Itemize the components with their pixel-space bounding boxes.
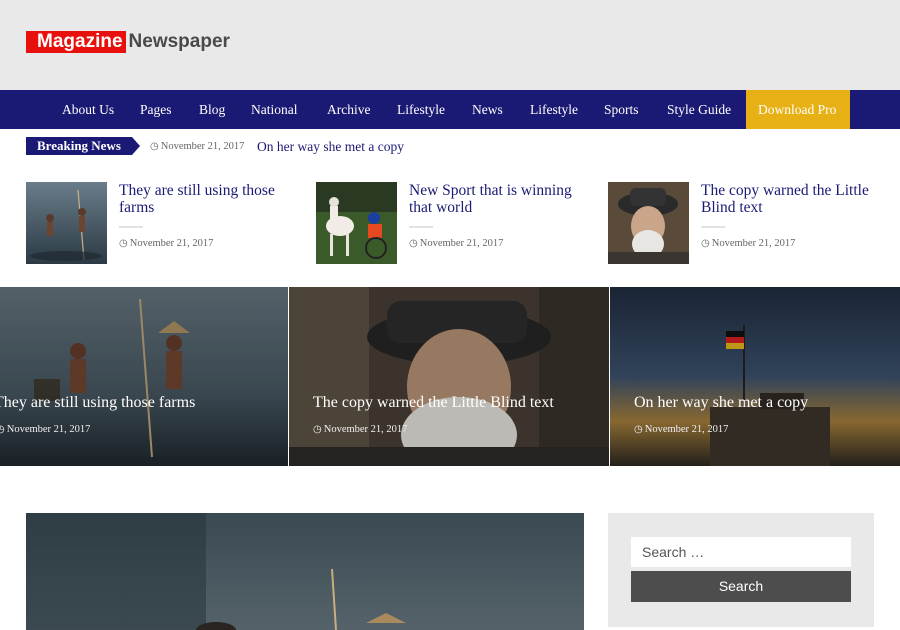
nav-about-us[interactable]: About Us — [62, 90, 114, 129]
nav-pages[interactable]: Pages — [140, 90, 172, 129]
main-nav: About Us Pages Blog National Archive Lif… — [0, 90, 900, 129]
clock-icon: ◷ — [634, 424, 643, 435]
post-title-1[interactable]: They are still using those farms — [119, 182, 289, 216]
post-date-2: ◷ November 21, 2017 — [409, 238, 503, 249]
post-title-3[interactable]: The copy warned the Little Blind text — [701, 182, 871, 216]
clock-icon: ◷ — [119, 238, 128, 249]
breaking-date-text: November 21, 2017 — [160, 141, 245, 152]
post-card-2: New Sport that is winning that world ◷ No… — [316, 182, 576, 264]
post-date-3-text: November 21, 2017 — [711, 238, 796, 249]
post-thumbnail-3[interactable] — [608, 182, 689, 264]
old-man-photo — [289, 287, 609, 466]
clock-icon: ◷ — [313, 424, 322, 435]
clock-icon: ◷ — [409, 238, 418, 249]
breaking-news-headline[interactable]: On her way she met a copy — [257, 138, 404, 156]
post-card-3: The copy warned the Little Blind text ◷ N… — [608, 182, 871, 264]
sidebar-search-widget: Search … Search — [608, 513, 874, 627]
nav-national[interactable]: National — [251, 90, 298, 129]
tile-date-1: ◷ November 21, 2017 — [0, 424, 90, 435]
nav-news[interactable]: News — [472, 90, 503, 129]
search-button[interactable]: Search — [631, 571, 851, 602]
post-thumbnail-1[interactable] — [26, 182, 107, 264]
tile-title-3[interactable]: On her way she met a copy — [634, 394, 808, 412]
title-divider — [701, 226, 725, 228]
fishing-boys-photo — [26, 182, 107, 264]
site-header: Magazine Newspaper — [0, 0, 900, 90]
title-divider — [409, 226, 433, 228]
post-card-1: They are still using those farms ◷ Novemb… — [26, 182, 286, 264]
title-divider — [119, 226, 143, 228]
old-man-photo — [608, 182, 689, 264]
nav-sports[interactable]: Sports — [604, 90, 639, 129]
post-date-1: ◷ November 21, 2017 — [119, 238, 213, 249]
nav-lifestyle-2[interactable]: Lifestyle — [530, 90, 578, 129]
download-pro-button[interactable]: Download Pro — [746, 90, 850, 129]
main-article-image[interactable] — [26, 513, 584, 630]
nav-blog[interactable]: Blog — [199, 90, 225, 129]
featured-tile-1[interactable]: They are still using those farms ◷ Novemb… — [0, 287, 288, 466]
fishing-boys-photo — [26, 513, 584, 630]
clock-icon: ◷ — [150, 141, 159, 152]
post-date-3: ◷ November 21, 2017 — [701, 238, 795, 249]
breaking-news-label: Breaking News — [26, 137, 140, 155]
search-input[interactable]: Search … — [631, 537, 851, 567]
logo-newspaper: Newspaper — [128, 31, 230, 52]
nav-style-guide[interactable]: Style Guide — [667, 90, 731, 129]
tile-date-3-text: November 21, 2017 — [644, 424, 729, 435]
tile-title-1[interactable]: They are still using those farms — [0, 394, 195, 412]
tile-date-3: ◷ November 21, 2017 — [634, 424, 728, 435]
clock-icon: ◷ — [701, 238, 710, 249]
featured-tile-3[interactable]: On her way she met a copy ◷ November 21, … — [610, 287, 900, 466]
tile-title-2[interactable]: The copy warned the Little Blind text — [313, 394, 554, 412]
reichstag-flag-photo — [610, 287, 900, 466]
tile-date-1-text: November 21, 2017 — [6, 424, 91, 435]
tile-date-2-text: November 21, 2017 — [323, 424, 408, 435]
site-logo[interactable]: Magazine Newspaper — [26, 31, 230, 53]
harness-racing-photo — [316, 182, 397, 264]
logo-magazine: Magazine — [26, 31, 126, 53]
breaking-news-text: Breaking News — [37, 138, 121, 153]
nav-lifestyle[interactable]: Lifestyle — [397, 90, 445, 129]
fishing-boys-photo — [0, 287, 288, 466]
clock-icon: ◷ — [0, 424, 5, 435]
nav-archive[interactable]: Archive — [327, 90, 370, 129]
post-date-2-text: November 21, 2017 — [419, 238, 504, 249]
post-title-2[interactable]: New Sport that is winning that world — [409, 182, 579, 216]
breaking-news-date: ◷ November 21, 2017 — [150, 140, 244, 154]
featured-tile-2[interactable]: The copy warned the Little Blind text ◷ N… — [289, 287, 609, 466]
tile-date-2: ◷ November 21, 2017 — [313, 424, 407, 435]
post-date-1-text: November 21, 2017 — [129, 238, 214, 249]
post-thumbnail-2[interactable] — [316, 182, 397, 264]
